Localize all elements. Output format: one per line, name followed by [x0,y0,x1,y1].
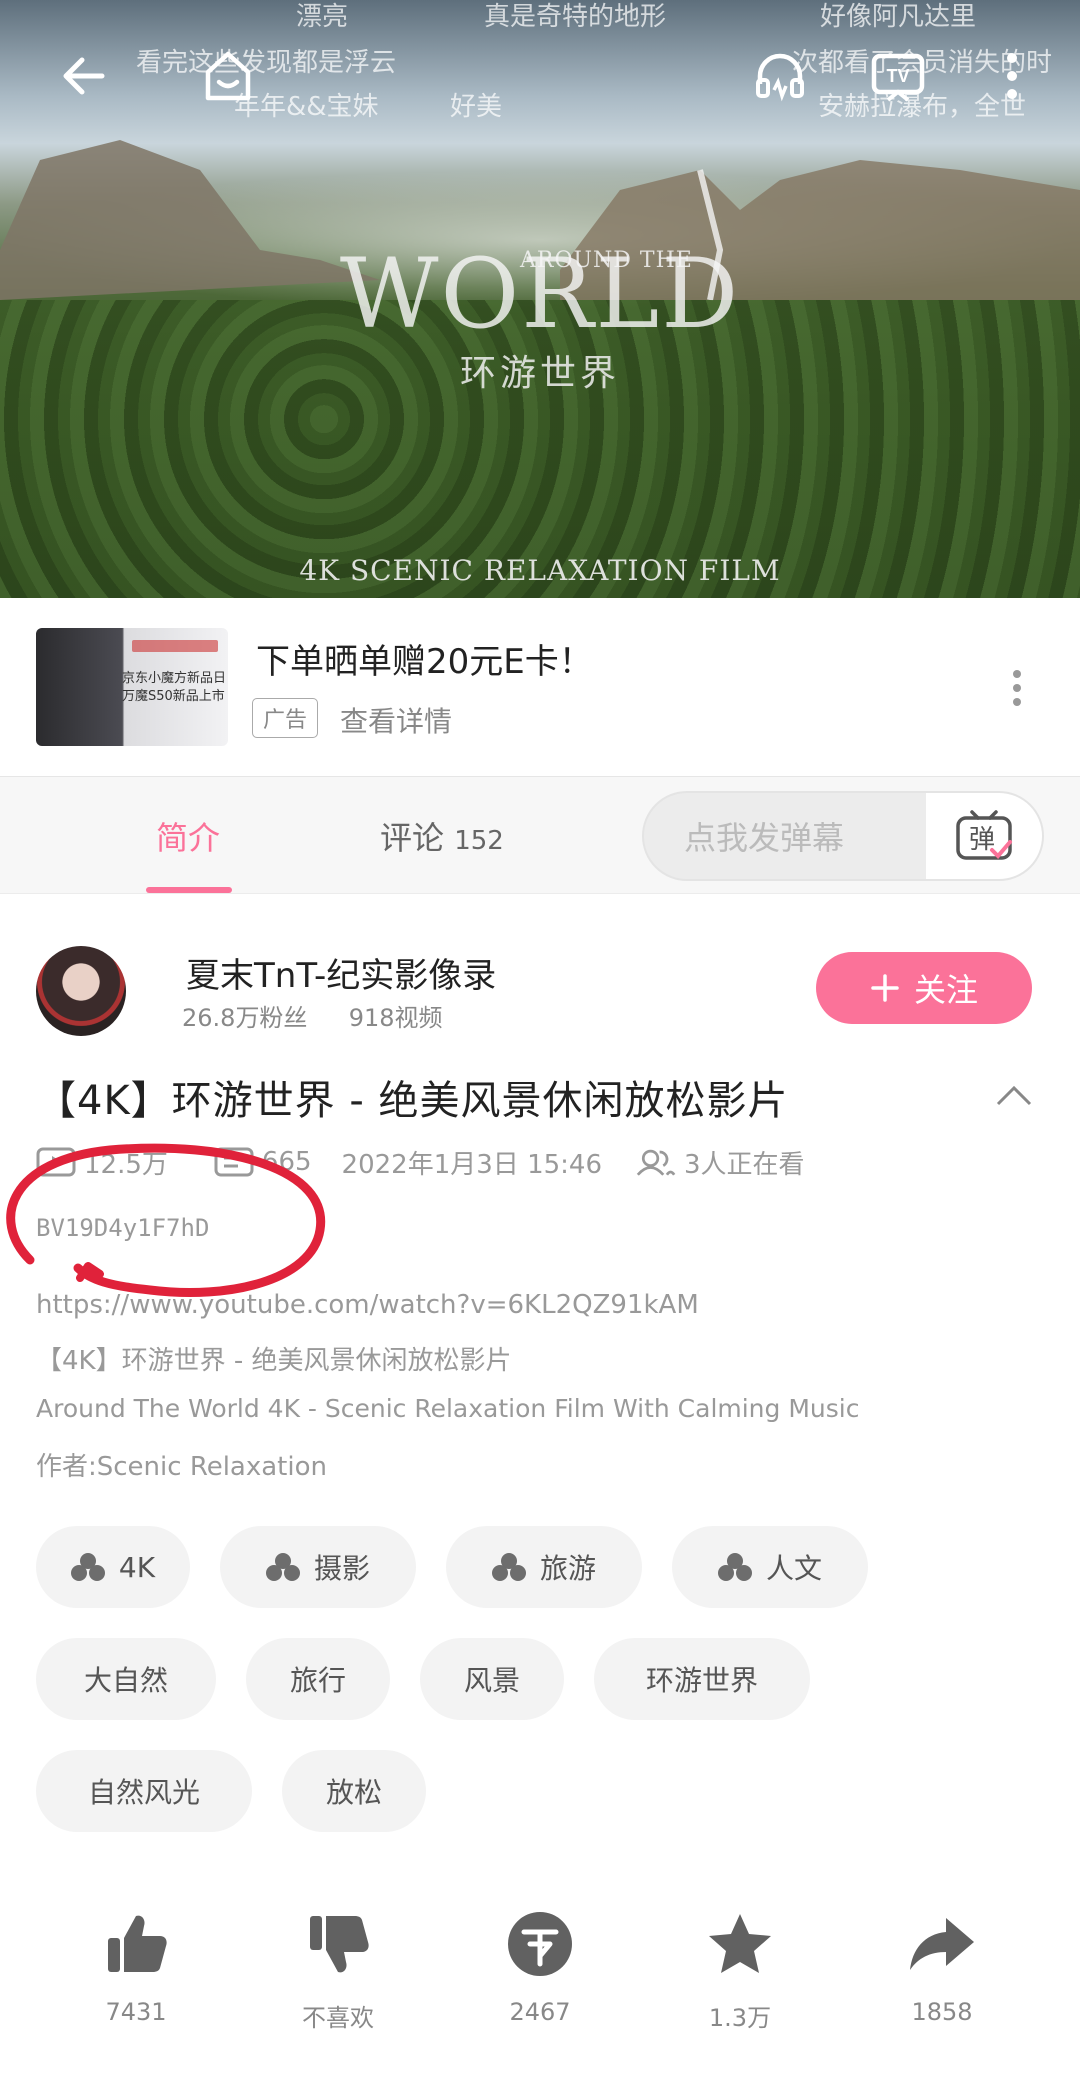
danmaku-comment: 漂亮 [296,2,349,32]
danmaku-comment: 看完这些发现都是浮云 [136,48,397,78]
follow-button[interactable]: 关注 [816,952,1032,1024]
home-button[interactable] [192,40,264,112]
video-player[interactable]: AROUND THE WORLD 环游世界 4K SCENIC RELAXATI… [0,0,1080,598]
watching-icon [636,1146,676,1178]
share-button[interactable]: 1858 [882,1908,1002,2026]
video-subtitle-overlay: 4K SCENIC RELAXATION FILM [299,554,781,587]
video-title-overlay: WORLD [339,238,741,350]
tab-intro[interactable]: 简介 [156,813,220,859]
avatar[interactable] [36,946,126,1036]
headphones-icon [756,53,804,102]
dislike-button[interactable]: 不喜欢 [278,1908,398,2033]
ad-thumb-text: 京东小魔方新品日 万魔S50新品上市 [122,671,227,704]
tag-chip[interactable]: 大自然 [36,1638,216,1720]
tag-topic-icon [491,1553,526,1581]
tag-chip[interactable]: 人文 [672,1526,868,1608]
tag-topic-icon [265,1553,300,1581]
ad-label-badge: 广告 [252,698,318,738]
ad-detail-link[interactable]: 查看详情 [340,700,452,740]
danmaku-send-box: 点我发弹幕 弹 [642,791,1044,881]
tag-chip[interactable]: 旅游 [446,1526,642,1608]
danmaku-comment: 好像阿凡达里 [820,2,977,32]
desc-line: Around The World 4K - Scenic Relaxation … [36,1394,860,1423]
uploader-fans: 26.8万粉丝 [182,1004,308,1032]
video-meta: 12.5万 665 2022年1月3日 15:46 3人正在看 [36,1144,805,1180]
follow-label: 关注 [913,971,978,1009]
danmaku-input[interactable]: 点我发弹幕 [644,793,924,879]
tv-cast-icon: TV [871,53,925,102]
danmaku-count-icon [214,1146,254,1178]
share-icon [910,1918,974,1970]
coin-count: 2467 [509,1998,571,2026]
uploader-stats: 26.8万粉丝 918视频 [182,998,443,1033]
ad-title: 下单晒单赠20元E卡！ [256,642,593,682]
like-button[interactable]: 7431 [76,1908,196,2026]
tab-active-indicator [146,887,232,893]
coin-icon [508,1912,572,1976]
watching-count: 3人正在看 [684,1149,805,1180]
play-count-icon [36,1146,76,1178]
ad-banner[interactable]: 京东小魔方新品日 万魔S50新品上市 下单晒单赠20元E卡！ 广告 查看详情 [0,598,1080,776]
audio-mode-button[interactable] [744,40,816,112]
danmaku-icon: 弹 [956,810,1012,860]
tag-chip[interactable]: 自然风光 [36,1750,252,1832]
tag-topic-icon [70,1553,105,1581]
video-title-overlay-cn: 环游世界 [459,353,620,394]
cast-tv-button[interactable]: TV [862,40,934,112]
tag-chip[interactable]: 摄影 [220,1526,416,1608]
desc-line: 作者:Scenic Relaxation [36,1452,327,1482]
tag-chip[interactable]: 环游世界 [594,1638,810,1720]
tag-chip[interactable]: 放松 [282,1750,426,1832]
plus-icon [871,974,899,1002]
danmaku-comment: 真是奇特的地形 [484,2,667,32]
danmaku-comment: 好美 [450,92,503,122]
svg-text:TV: TV [886,66,909,86]
more-vertical-icon [1007,53,1017,99]
more-options-button[interactable] [984,40,1040,112]
coin-button[interactable]: 2467 [480,1908,600,2026]
tab-comments[interactable]: 评论 152 [380,813,504,859]
star-icon [709,1914,771,1973]
tab-bar: 简介 评论 152 点我发弹幕 弹 [0,776,1080,894]
uploader-videos: 918视频 [348,1004,443,1032]
danmaku-toggle-button[interactable]: 弹 [926,793,1042,879]
tag-chip[interactable]: 风景 [420,1638,564,1720]
favorite-button[interactable]: 1.3万 [680,1908,800,2033]
back-arrow-icon [63,57,105,95]
tab-comments-label: 评论 [380,819,445,857]
chevron-up-icon[interactable] [994,1080,1034,1110]
video-title: 【4K】环游世界 - 绝美风景休闲放松影片 [36,1078,789,1124]
tag-topic-icon [717,1553,752,1581]
desc-line: 【4K】环游世界 - 绝美风景休闲放松影片 [36,1346,512,1376]
ad-thumbnail: 京东小魔方新品日 万魔S50新品上市 [36,628,228,746]
danmaku-count: 665 [261,1147,312,1177]
favorite-count: 1.3万 [708,2004,772,2032]
tab-comments-count: 152 [454,826,504,856]
back-button[interactable] [48,40,120,112]
tag-chip[interactable]: 旅行 [246,1638,390,1720]
share-count: 1858 [911,1998,973,2026]
ad-brand-logo [132,640,218,652]
play-count: 12.5万 [84,1149,168,1180]
home-icon [205,51,251,101]
thumbs-up-icon [108,1915,167,1972]
uploader-name[interactable]: 夏末TnT-纪实影像录 [186,948,496,997]
thumbs-down-icon [310,1916,369,1973]
dislike-label: 不喜欢 [302,2004,374,2032]
publish-date: 2022年1月3日 15:46 [341,1149,602,1180]
bvid[interactable]: BV19D4y1F7hD [36,1214,209,1242]
like-count: 7431 [105,1998,167,2026]
desc-line[interactable]: https://www.youtube.com/watch?v=6KL2QZ91… [36,1290,699,1320]
tag-chip[interactable]: 4K [36,1526,190,1608]
ad-more-icon[interactable] [1010,668,1024,708]
